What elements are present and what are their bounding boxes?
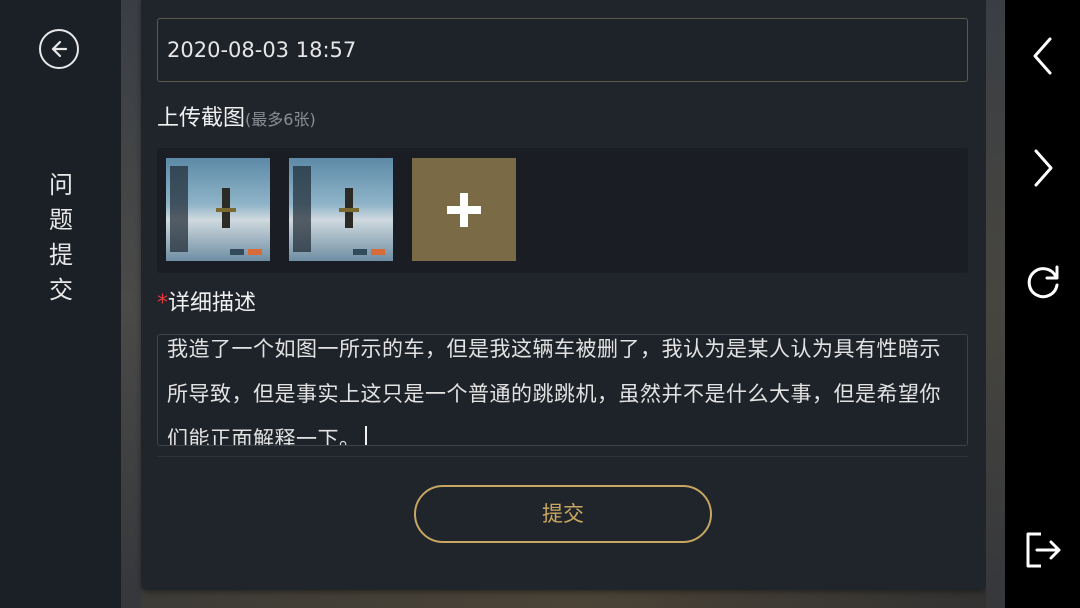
screenshot-thumbnail[interactable] bbox=[289, 158, 393, 261]
description-value: 我造了一个如图一所示的车，但是我这辆车被删了，我认为是某人认为具有性暗示所导致，… bbox=[167, 337, 941, 446]
text-cursor bbox=[364, 426, 367, 445]
page-title-char: 交 bbox=[49, 276, 73, 304]
screenshot-thumbnail[interactable] bbox=[166, 158, 270, 261]
upload-label: 上传截图 bbox=[157, 106, 246, 131]
description-label-row: *详细描述 bbox=[157, 285, 256, 317]
description-textarea[interactable]: 我造了一个如图一所示的车，但是我这辆车被删了，我认为是某人认为具有性暗示所导致，… bbox=[157, 334, 968, 446]
required-mark: * bbox=[157, 291, 168, 316]
upload-limit-hint: (最多6张) bbox=[245, 110, 316, 129]
feedback-form-panel: 2020-08-03 18:57 上传截图(最多6张) *详细描述 我造了一个如… bbox=[141, 0, 986, 590]
upload-screenshots-label: 上传截图(最多6张) bbox=[157, 100, 316, 132]
chevron-right-icon bbox=[1034, 149, 1053, 187]
arrow-left-circle-icon bbox=[51, 40, 68, 58]
add-screenshot-button[interactable] bbox=[412, 158, 516, 261]
exit-icon bbox=[1026, 532, 1061, 568]
page-title-char: 提 bbox=[49, 241, 73, 269]
datetime-field[interactable]: 2020-08-03 18:57 bbox=[157, 18, 968, 82]
chevron-left-icon bbox=[1033, 37, 1052, 75]
exit-button[interactable] bbox=[1022, 529, 1064, 571]
page-title-char: 问 bbox=[49, 171, 73, 199]
screenshot-thumbnails bbox=[157, 148, 968, 273]
forward-nav-button[interactable] bbox=[1022, 147, 1064, 189]
right-navigation-bar bbox=[1005, 0, 1080, 608]
plus-icon bbox=[447, 192, 481, 227]
background-strip-right bbox=[986, 0, 1005, 608]
description-label: 详细描述 bbox=[168, 291, 257, 316]
submit-button[interactable]: 提交 bbox=[414, 485, 712, 543]
refresh-icon bbox=[1027, 265, 1059, 299]
refresh-button[interactable] bbox=[1022, 260, 1064, 302]
divider bbox=[157, 456, 968, 457]
back-button[interactable] bbox=[39, 29, 79, 69]
left-sidebar: 问 题 提 交 bbox=[0, 0, 121, 608]
description-text: 我造了一个如图一所示的车，但是我这辆车被删了，我认为是某人认为具有性暗示所导致，… bbox=[167, 335, 957, 446]
page-title: 问 题 提 交 bbox=[40, 168, 82, 308]
page-title-char: 题 bbox=[49, 206, 73, 234]
background-strip-left bbox=[121, 0, 141, 608]
back-nav-button[interactable] bbox=[1022, 35, 1064, 77]
